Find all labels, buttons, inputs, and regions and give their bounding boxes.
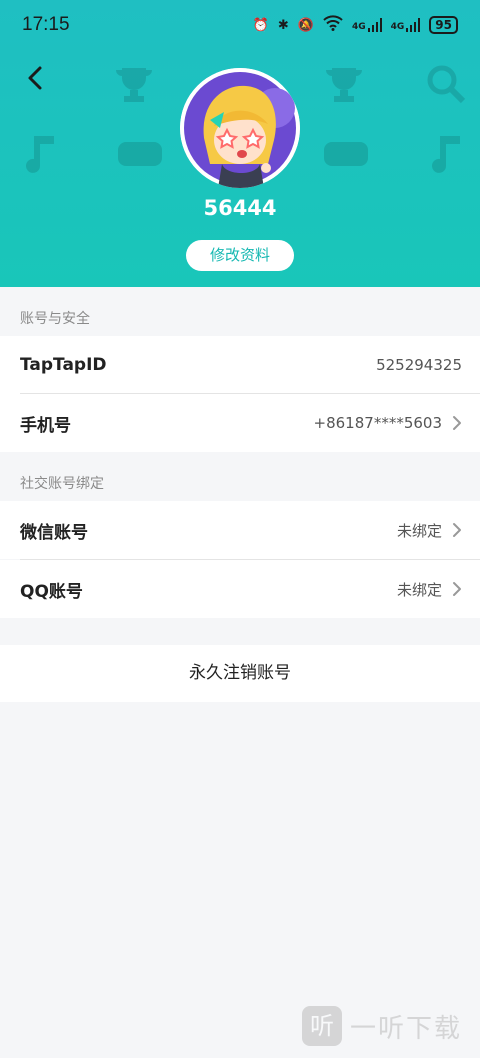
watermark: 听 一听下载: [301, 1006, 462, 1046]
bluetooth-icon: ✱: [277, 17, 289, 33]
back-arrow-icon[interactable]: [22, 64, 50, 92]
row-right: 未绑定: [397, 520, 462, 541]
wifi-icon: [323, 15, 343, 35]
taptap-id-value: 525294325: [376, 356, 462, 374]
edit-profile-button[interactable]: 修改资料: [186, 240, 294, 271]
music-note-icon: [432, 136, 460, 173]
watermark-logo: 听: [301, 1006, 342, 1046]
signal-icon-1: 4G: [352, 18, 382, 32]
gamepad-icon: [324, 142, 368, 166]
chevron-right-icon: [453, 416, 461, 430]
row-right: 525294325: [376, 356, 462, 374]
row-title: 微信账号: [20, 522, 88, 543]
username: 56444: [203, 196, 277, 220]
avatar[interactable]: [180, 68, 300, 188]
row-phone[interactable]: 手机号 +86187****5603: [0, 394, 480, 452]
chevron-right-icon: [453, 523, 461, 537]
status-time: 17:15: [22, 14, 70, 35]
row-qq[interactable]: QQ账号 未绑定: [0, 560, 480, 618]
row-title: TapTapID: [20, 355, 107, 375]
qq-status: 未绑定: [396, 580, 442, 599]
row-taptap-id[interactable]: TapTapID 525294325: [0, 336, 480, 394]
battery-indicator: 95: [429, 16, 458, 34]
status-icons: ⏰ ✱ 🔕 4G 4G 95: [253, 15, 458, 35]
magnifier-icon: [427, 65, 466, 104]
wechat-status: 未绑定: [396, 521, 442, 540]
section-label-account: 账号与安全: [20, 311, 90, 327]
row-right: +86187****5603: [314, 414, 462, 432]
alarm-icon: ⏰: [252, 17, 269, 33]
section-label-social: 社交账号绑定: [20, 476, 104, 492]
chevron-right-icon: [453, 582, 461, 596]
avatar-image: [180, 68, 300, 188]
mute-icon: 🔕: [297, 17, 314, 33]
row-title: 手机号: [20, 415, 71, 436]
row-wechat[interactable]: 微信账号 未绑定: [0, 501, 480, 559]
profile-header: 17:15 ⏰ ✱ 🔕 4G 4G 95 56444 修改资料: [0, 0, 480, 287]
phone-value: +86187****5603: [313, 414, 442, 432]
row-right: 未绑定: [397, 579, 462, 600]
network-label: 4G: [390, 22, 405, 32]
status-bar: 17:15 ⏰ ✱ 🔕 4G 4G 95: [0, 0, 480, 50]
delete-account-button[interactable]: 永久注销账号: [0, 645, 480, 702]
row-title: QQ账号: [20, 581, 83, 602]
gamepad-icon: [118, 142, 162, 166]
network-label: 4G: [351, 22, 366, 32]
trophy-icon: [116, 68, 152, 102]
watermark-text: 一听下载: [349, 1013, 462, 1044]
music-note-icon: [26, 136, 54, 173]
trophy-icon: [326, 68, 362, 102]
signal-icon-2: 4G: [391, 18, 421, 32]
